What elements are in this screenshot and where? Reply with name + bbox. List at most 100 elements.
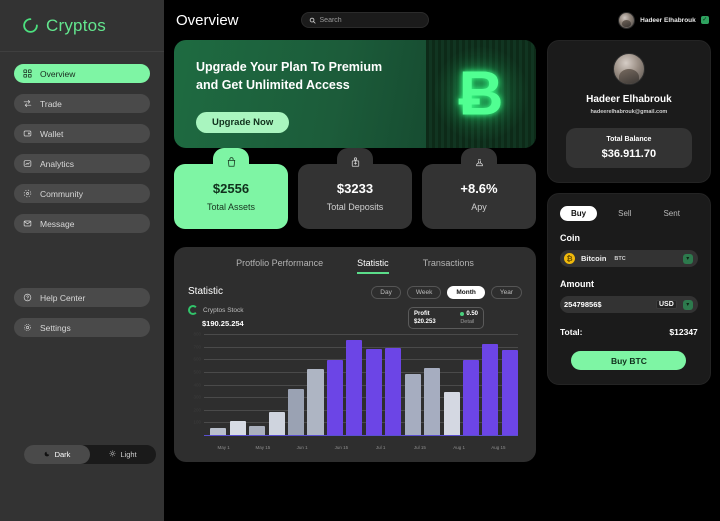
tab-buy[interactable]: Buy [560, 206, 598, 221]
panel-title: Statistic [188, 286, 224, 297]
stat-value: $3233 [336, 181, 374, 196]
tab-portfolio-performance[interactable]: Protfolio Performance [236, 258, 323, 274]
coin-select[interactable]: ₿ Bitcoin BTC ▾ [560, 250, 698, 267]
user-chip[interactable]: Hadeer Elhabrouk ✓ [618, 11, 709, 29]
chart-bar[interactable] [404, 374, 421, 436]
main-area: Overview Hadeer Elhabrouk ✓ [164, 0, 720, 521]
circle-loader-icon [22, 17, 39, 34]
bitcoin-circuit-art: Ƀ [426, 40, 536, 148]
sidebar-item-analytics[interactable]: Analytics [14, 154, 150, 173]
chart-bar[interactable] [229, 420, 246, 436]
range-year[interactable]: Year [490, 286, 522, 299]
chevron-down-icon[interactable]: ▾ [682, 299, 693, 310]
sidebar-item-label: Overview [40, 68, 76, 79]
x-tick-label: Aug 15 [491, 445, 506, 450]
chart-bar[interactable] [288, 389, 305, 436]
sidebar-nav-bottom: Help Center Settings [0, 288, 164, 337]
chart-bar[interactable] [482, 343, 499, 436]
brand: Cryptos [0, 0, 164, 52]
coin-name: Bitcoin [581, 254, 607, 263]
amount-field-label: Amount [560, 279, 594, 289]
page-title: Overview [176, 11, 239, 29]
stat-card-total-deposits[interactable]: $3233 Total Deposits [298, 148, 412, 229]
chart-bar[interactable] [346, 340, 363, 436]
brand-name: Cryptos [46, 15, 106, 35]
tooltip-row: Profit $20.253 0.50 Detail [408, 299, 522, 329]
chart-bar[interactable] [462, 360, 480, 436]
panel-tabs: Protfolio Performance Statistic Transact… [188, 258, 522, 274]
sidebar-item-community[interactable]: Community [14, 184, 150, 203]
moon-icon [44, 450, 51, 459]
search-input[interactable] [319, 16, 421, 24]
sidebar-item-label: Help Center [40, 292, 86, 303]
promo-banner: Upgrade Your Plan To Premium and Get Unl… [174, 40, 536, 148]
exchange-icon [23, 99, 32, 108]
panel-header-left: Statistic Cryptos Stock $190.25.254 [188, 286, 363, 329]
chart-bar[interactable] [365, 348, 382, 436]
x-tick-label: Jun 1 [296, 445, 308, 450]
tooltip-detail-link[interactable]: Detail [460, 319, 474, 325]
tab-sent[interactable]: Sent [652, 206, 690, 221]
sidebar-item-message[interactable]: Message [14, 214, 150, 233]
stat-card-apy[interactable]: +8.6% Apy [422, 148, 536, 229]
deposit-icon [337, 148, 373, 172]
theme-option-light-label: Light [120, 450, 137, 459]
range-day[interactable]: Day [371, 286, 401, 299]
upgrade-now-button[interactable]: Upgrade Now [196, 112, 290, 134]
legend-circle-icon [188, 305, 198, 315]
range-month[interactable]: Month [447, 286, 485, 299]
chart-bar[interactable] [424, 367, 441, 436]
tooltip-change: 0.50 [460, 311, 478, 317]
panel-header: Statistic Cryptos Stock $190.25.254 Day … [188, 286, 522, 329]
profile-card: Hadeer Elhabrouk hadeerelhabrouk@gmail.c… [547, 40, 711, 183]
chart-bar[interactable] [307, 369, 324, 436]
promo-title-line2: and Get Unlimited Access [196, 78, 350, 93]
total-balance-label: Total Balance [606, 136, 652, 143]
range-week[interactable]: Week [406, 286, 442, 299]
tab-sell[interactable]: Sell [607, 206, 642, 221]
chart-bar[interactable] [326, 360, 343, 436]
sidebar-item-settings[interactable]: Settings [14, 318, 150, 337]
total-value: $12347 [669, 327, 698, 337]
chart-bar[interactable] [385, 347, 402, 436]
theme-option-dark-label: Dark [54, 450, 71, 459]
theme-toggle[interactable]: Dark Light [24, 445, 156, 464]
theme-option-light[interactable]: Light [90, 445, 156, 464]
buy-btc-button[interactable]: Buy BTC [571, 351, 687, 370]
trade-card: Buy Sell Sent Coin ₿ Bitcoin BTC ▾ Amoun… [547, 193, 711, 385]
sidebar-item-wallet[interactable]: Wallet [14, 124, 150, 143]
amount-row[interactable]: USD ▾ [560, 296, 698, 313]
chevron-down-icon[interactable]: ▾ [682, 253, 693, 264]
sidebar-item-overview[interactable]: Overview [14, 64, 150, 83]
question-circle-icon [23, 293, 32, 302]
total-row: Total: $12347 [560, 327, 698, 337]
sidebar-item-label: Analytics [40, 158, 75, 169]
theme-option-dark[interactable]: Dark [24, 445, 90, 464]
tab-transactions[interactable]: Transactions [423, 258, 474, 274]
sidebar-item-label: Message [40, 218, 75, 229]
sidebar-item-help-center[interactable]: Help Center [14, 288, 150, 307]
legend-value: $190.25.254 [202, 319, 244, 328]
y-tick-label: 200 [193, 407, 201, 413]
stat-card-total-assets[interactable]: $2556 Total Assets [174, 148, 288, 229]
y-tick-label: 600 [193, 356, 201, 362]
chart-bars [210, 335, 518, 436]
sidebar-item-label: Wallet [40, 128, 64, 139]
amount-input[interactable] [564, 300, 644, 309]
sidebar-item-trade[interactable]: Trade [14, 94, 150, 113]
tab-statistic[interactable]: Statistic [357, 258, 389, 274]
legend-label: Cryptos Stock [203, 306, 244, 314]
search-box[interactable] [300, 12, 429, 28]
chart-legend: Cryptos Stock [188, 305, 363, 315]
bar-chart: 100 200 300 400 500 600 700 800 May 1 May 15 Jun … [188, 331, 522, 452]
chart-bar[interactable] [501, 350, 518, 436]
envelope-icon [23, 219, 32, 228]
statistic-panel: Protfolio Performance Statistic Transact… [174, 247, 536, 462]
user-name: Hadeer Elhabrouk [640, 16, 696, 24]
chart-bar[interactable] [443, 391, 460, 436]
verified-badge-icon: ✓ [700, 16, 709, 24]
chart-bar[interactable] [268, 412, 285, 436]
y-tick-label: 100 [193, 419, 201, 425]
y-tick-label: 500 [193, 369, 201, 375]
profile-email: hadeerelhabrouk@gmail.com [590, 109, 668, 115]
